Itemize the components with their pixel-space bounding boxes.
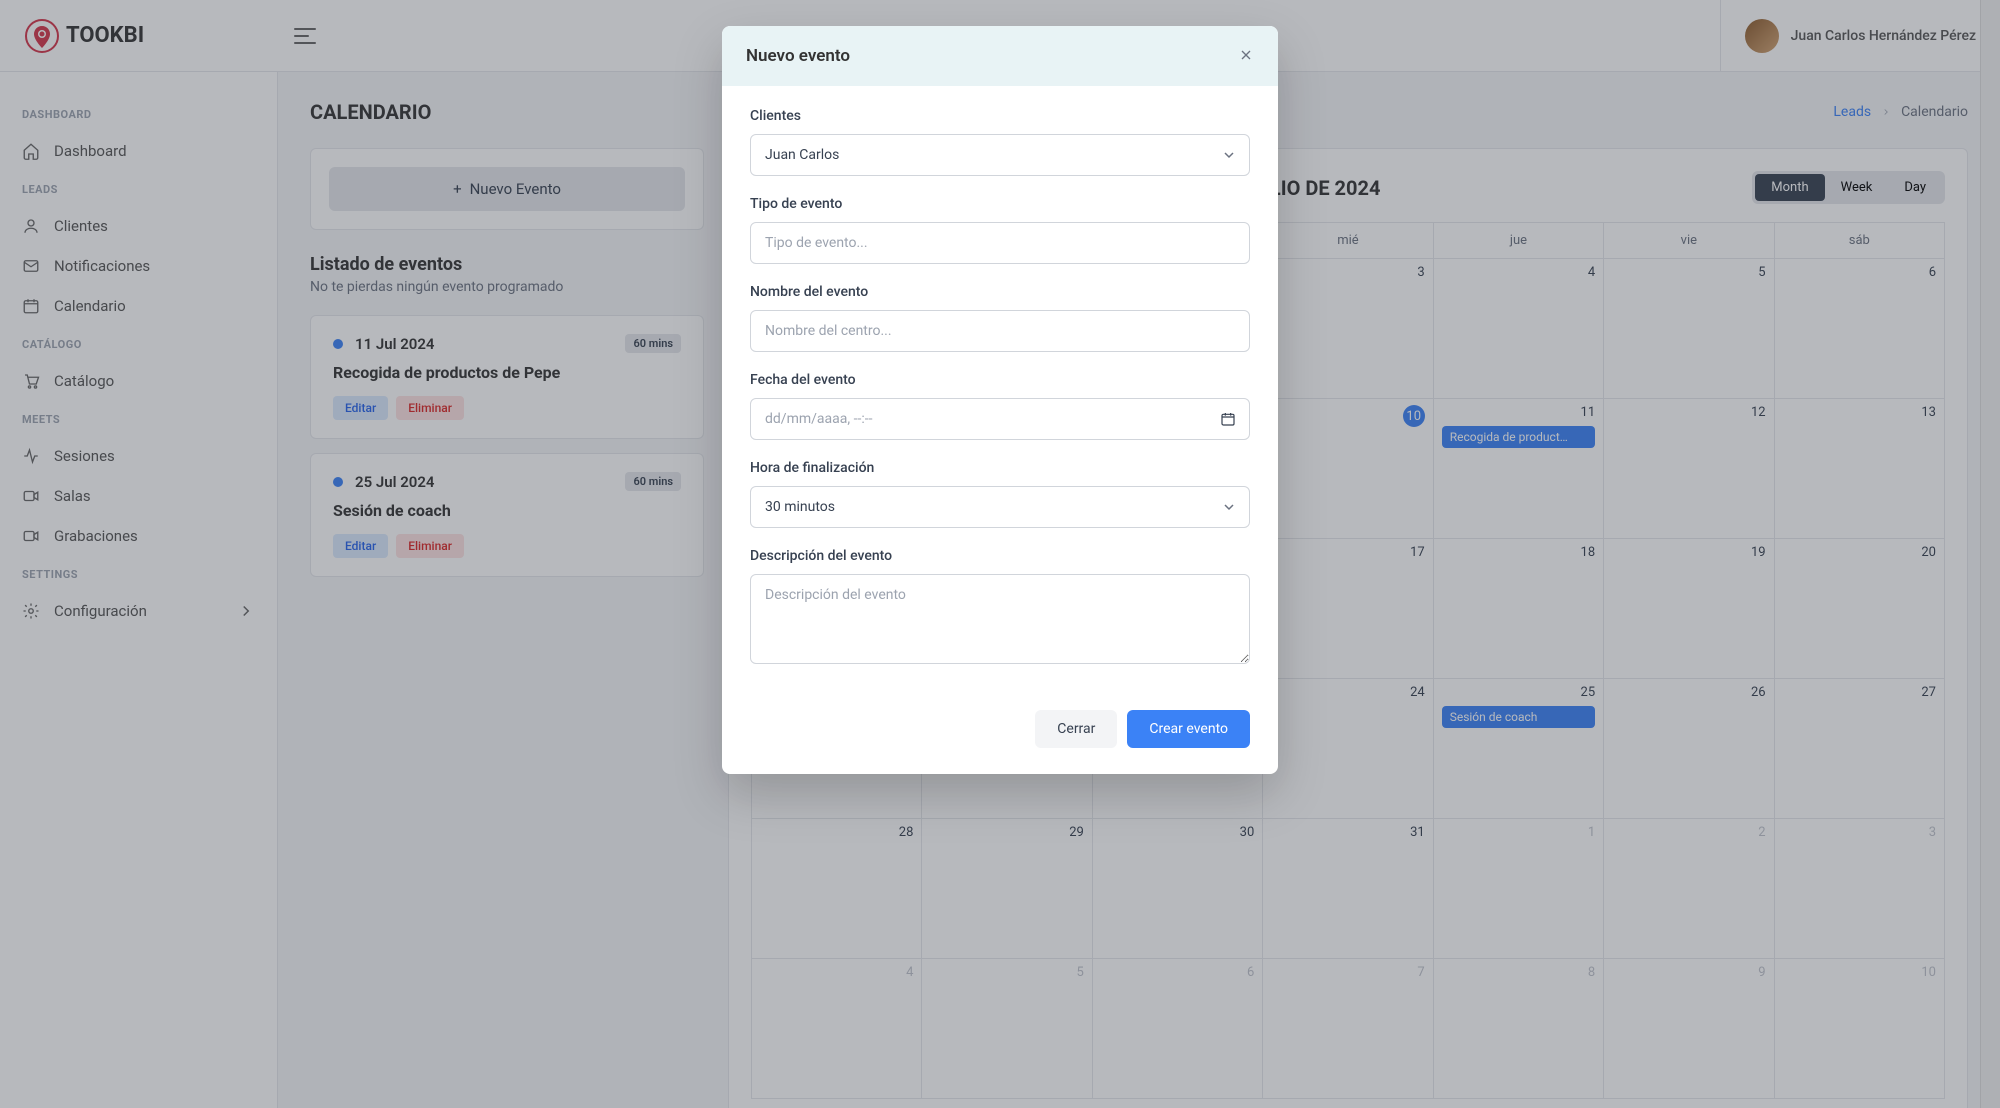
new-event-modal: Nuevo evento Clientes Juan Carlos Tipo d… xyxy=(722,26,1278,774)
event-desc-textarea[interactable] xyxy=(750,574,1250,664)
event-end-select[interactable]: 30 minutos xyxy=(750,486,1250,528)
calendar-icon xyxy=(1220,411,1236,427)
event-desc-label: Descripción del evento xyxy=(750,548,1250,564)
clients-label: Clientes xyxy=(750,108,1250,124)
modal-overlay[interactable]: Nuevo evento Clientes Juan Carlos Tipo d… xyxy=(0,0,2000,1108)
event-type-label: Tipo de evento xyxy=(750,196,1250,212)
modal-close-button[interactable] xyxy=(1238,44,1254,68)
event-date-input[interactable] xyxy=(750,398,1250,440)
close-icon xyxy=(1238,47,1254,63)
event-name-input[interactable] xyxy=(750,310,1250,352)
clients-select[interactable]: Juan Carlos xyxy=(750,134,1250,176)
event-date-label: Fecha del evento xyxy=(750,372,1250,388)
modal-cancel-button[interactable]: Cerrar xyxy=(1035,710,1117,748)
modal-create-button[interactable]: Crear evento xyxy=(1127,710,1250,748)
event-end-label: Hora de finalización xyxy=(750,460,1250,476)
event-type-input[interactable] xyxy=(750,222,1250,264)
event-name-label: Nombre del evento xyxy=(750,284,1250,300)
modal-title: Nuevo evento xyxy=(746,46,850,66)
